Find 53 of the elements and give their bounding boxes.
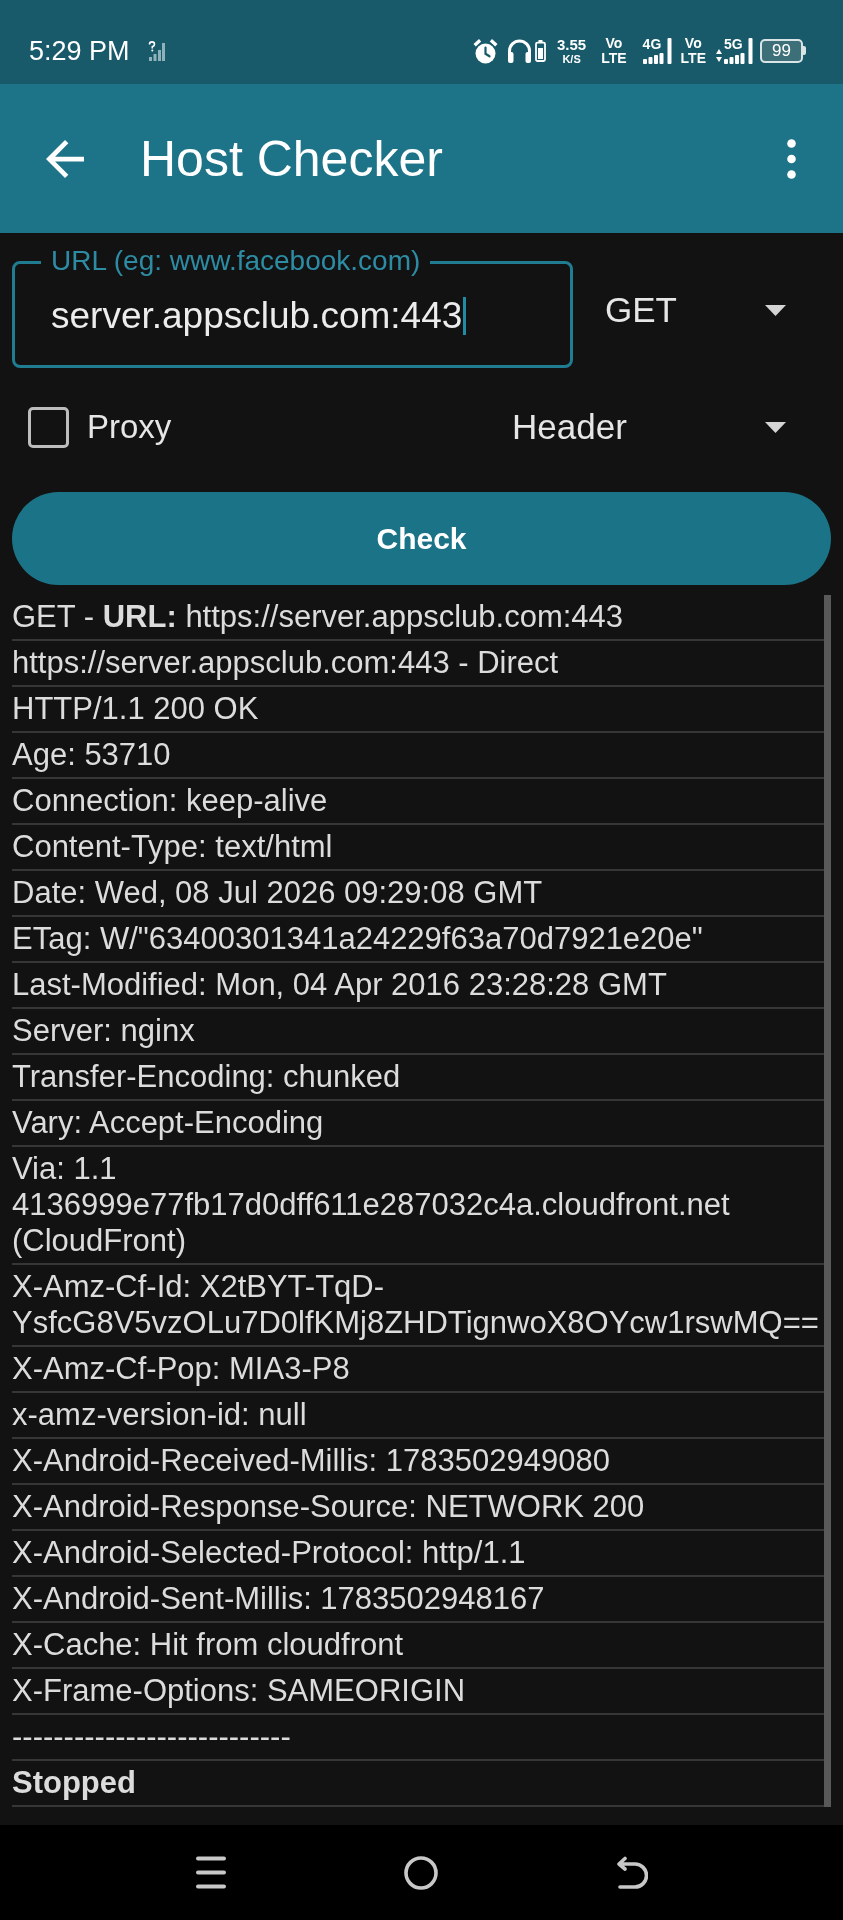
response-line: https://server.appsclub.com:443 - Direct: [12, 641, 824, 687]
caret-down-icon: [765, 304, 786, 316]
response-line: Server: nginx: [12, 1009, 824, 1055]
method-dropdown[interactable]: GET: [590, 280, 821, 340]
battery-percent: 99: [772, 42, 791, 59]
response-line: X-Android-Response-Source: NETWORK 200: [12, 1485, 824, 1531]
volte-label: LTE: [680, 51, 706, 65]
checkbox-label[interactable]: Proxy: [87, 407, 172, 447]
alarm-clock-icon: [473, 37, 498, 64]
response-line: X-Amz-Cf-Pop: MIA3-P8: [12, 1347, 824, 1393]
response-line: Age: 53710: [12, 733, 824, 779]
response-line: GET - URL: https://server.appsclub.com:443: [12, 595, 824, 641]
more-menu-icon[interactable]: [787, 138, 796, 179]
volte-label: Vo: [684, 36, 702, 50]
response-line: X-Android-Selected-Protocol: http/1.1: [12, 1531, 824, 1577]
response-line: X-Cache: Hit from cloudfront: [12, 1623, 824, 1669]
response-line: x-amz-version-id: null: [12, 1393, 824, 1439]
volte-label: Vo: [605, 36, 623, 50]
proxy-checkbox[interactable]: [28, 406, 69, 448]
mode-dropdown[interactable]: Header: [497, 397, 821, 457]
battery-small-icon: [535, 39, 546, 62]
response-line: X-Android-Sent-Millis: 1783502948167: [12, 1577, 824, 1623]
response-line: Content-Type: text/html: [12, 825, 824, 871]
response-line: HTTP/1.1 200 OK: [12, 687, 824, 733]
network-type: 4G: [642, 36, 662, 51]
app-title: Host Checker: [140, 129, 443, 188]
url-input-field[interactable]: URL (eg: www.facebook.com) server.appsclub.com:443: [12, 245, 573, 368]
response-line: Date: Wed, 08 Jul 2026 09:29:08 GMT: [12, 871, 824, 917]
speed-unit: K/S: [562, 53, 581, 65]
home-icon[interactable]: [404, 1855, 439, 1890]
menu-icon[interactable]: [196, 1856, 227, 1889]
response-line: Vary: Accept-Encoding: [12, 1101, 824, 1147]
response-line: Last-Modified: Mon, 04 Apr 2016 23:28:28 GMT: [12, 963, 824, 1009]
network-type: 5G: [724, 36, 743, 51]
text-cursor-icon: [463, 297, 467, 335]
signal-question-icon: [147, 40, 165, 61]
network-speed: 3.55: [557, 36, 587, 52]
status-time: 5:29 PM: [29, 34, 130, 67]
response-line: X-Android-Received-Millis: 1783502949080: [12, 1439, 824, 1485]
response-line: X-Frame-Options: SAMEORIGIN: [12, 1669, 824, 1715]
headphones-icon: [506, 38, 533, 63]
back-arrow-icon[interactable]: [46, 139, 84, 178]
response-line: Connection: keep-alive: [12, 779, 824, 825]
check-button[interactable]: Check: [12, 492, 831, 585]
caret-down-icon: [765, 421, 786, 433]
signal-bars-icon: [724, 37, 753, 64]
response-line: Stopped: [12, 1761, 824, 1807]
response-line: Transfer-Encoding: chunked: [12, 1055, 824, 1101]
volte-label: LTE: [601, 51, 627, 65]
response-line: X-Amz-Cf-Id: X2tBYT-TqD-YsfcG8V5vzOLu7D0lfKMj8ZHDTignwoX8OYcw1rswMQ==: [12, 1265, 824, 1347]
response-line: ---------------------------: [12, 1715, 824, 1761]
back-icon[interactable]: [615, 1855, 648, 1890]
response-line: ETag: W/"63400301341a24229f63a70d7921e20e": [12, 917, 824, 963]
